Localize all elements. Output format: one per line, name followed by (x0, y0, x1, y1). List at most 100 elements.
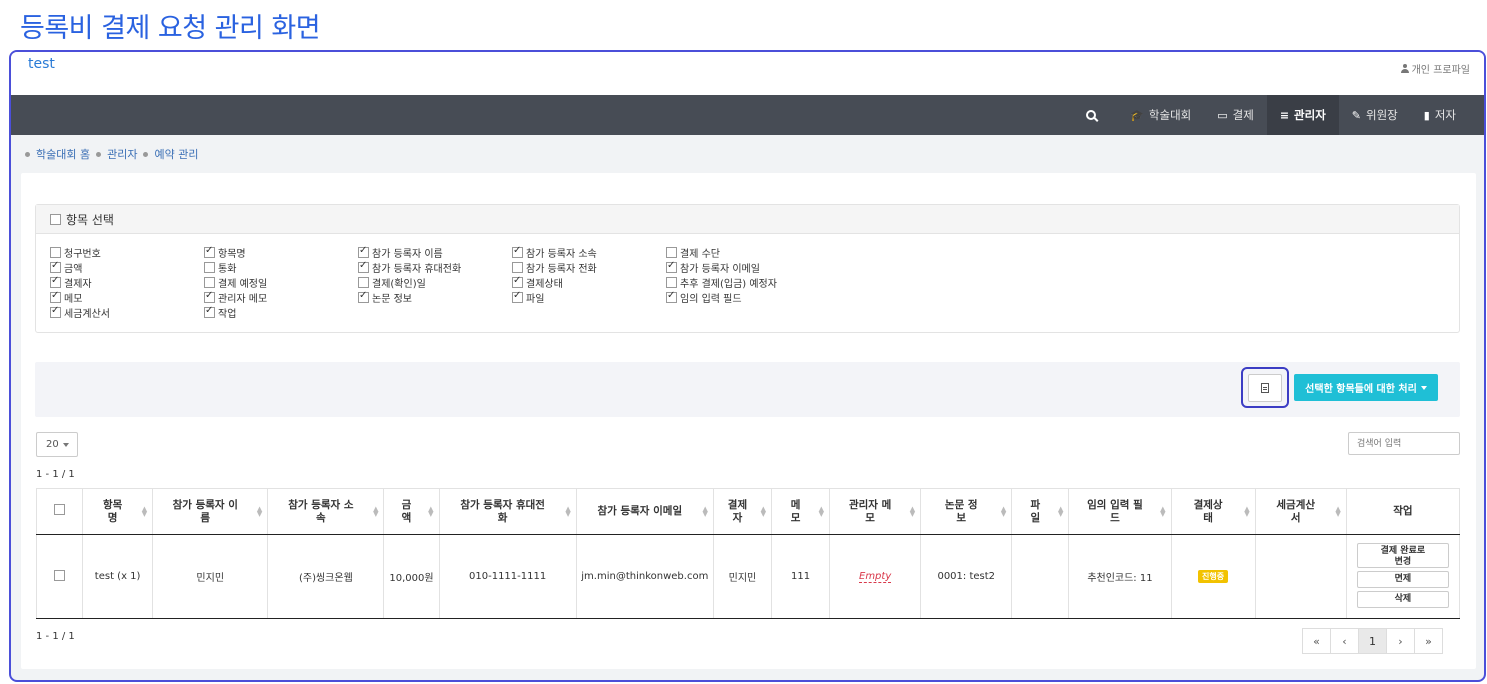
column-option-checkbox[interactable] (666, 277, 677, 288)
column-option-checkbox[interactable] (204, 290, 215, 303)
breadcrumb-home[interactable]: 학술대회 홈 (25, 146, 90, 162)
column-header-label: 메 모 (790, 498, 801, 524)
column-option-label: 청구번호 (64, 249, 101, 260)
page-prev-button[interactable]: ‹ (1330, 628, 1359, 654)
nav-item-payment[interactable]: ▭ 결제 (1204, 95, 1267, 135)
column-option[interactable]: 파일 (512, 290, 666, 305)
column-option[interactable]: 참가 등록자 이메일 (666, 260, 820, 275)
column-option-label: 통화 (218, 264, 237, 275)
column-option-checkbox[interactable] (358, 260, 369, 273)
column-option-checkbox[interactable] (512, 262, 523, 273)
sort-icon: ▲ ▼ (760, 504, 766, 518)
mark-paid-button[interactable]: 결제 완료로 변경 (1356, 542, 1449, 568)
column-header-label: 결제 자 (727, 498, 748, 524)
column-option-checkbox[interactable] (358, 277, 369, 288)
brand-link[interactable]: test (28, 56, 55, 72)
page-last-button[interactable]: » (1414, 628, 1443, 654)
page-first-button[interactable]: « (1302, 628, 1331, 654)
column-option-checkbox[interactable] (204, 245, 215, 258)
nav-item-conference[interactable]: 🎓 학술대회 (1117, 95, 1204, 135)
column-header[interactable]: 참가 등록자 휴대전 화 ▲ ▼ (438, 488, 577, 535)
export-file-button[interactable] (1248, 374, 1282, 402)
column-option-checkbox[interactable] (512, 290, 523, 303)
column-option-checkbox[interactable] (512, 245, 523, 258)
column-option[interactable]: 결제 예정일 (204, 276, 358, 290)
column-header[interactable]: 참가 등록자 소 속 ▲ ▼ (267, 488, 385, 535)
cell-amount: 10,000원 (383, 534, 440, 619)
search-input[interactable] (1348, 432, 1460, 455)
column-option[interactable]: 참가 등록자 전화 (512, 261, 666, 275)
column-option[interactable]: 참가 등록자 휴대전화 (358, 260, 512, 275)
column-option-checkbox[interactable] (358, 245, 369, 258)
column-header[interactable]: 관리자 메 모 ▲ ▼ (829, 488, 922, 535)
sort-icon: ▲ ▼ (373, 504, 379, 518)
column-header-label: 결제상 태 (1193, 498, 1223, 524)
exempt-button[interactable]: 면제 (1356, 570, 1449, 588)
column-option[interactable]: 참가 등록자 이름 (358, 245, 512, 260)
select-all-columns-checkbox[interactable] (50, 213, 61, 225)
breadcrumb-admin[interactable]: 관리자 (96, 146, 137, 162)
sort-icon: ▲ ▼ (428, 504, 434, 518)
column-header[interactable]: 항목 명 ▲ ▼ (82, 488, 154, 535)
column-option[interactable]: 논문 정보 (358, 290, 512, 305)
column-option[interactable]: 결제상태 (512, 275, 666, 290)
column-option-checkbox[interactable] (50, 290, 61, 303)
row-checkbox[interactable] (54, 569, 66, 581)
select-all-rows-checkbox[interactable] (54, 504, 66, 515)
column-header[interactable]: 참가 등록자 이 름 ▲ ▼ (152, 488, 269, 535)
column-option[interactable]: 참가 등록자 소속 (512, 245, 666, 260)
column-header[interactable]: 결제상 태 ▲ ▼ (1170, 488, 1256, 535)
column-option-label: 참가 등록자 이메일 (680, 264, 760, 275)
column-header[interactable]: 파 일 ▲ ▼ (1011, 488, 1070, 535)
column-option[interactable]: 작업 (204, 305, 358, 320)
column-option[interactable]: 메모 (50, 290, 204, 305)
column-header[interactable]: 메 모 ▲ ▼ (770, 488, 831, 535)
column-option[interactable]: 항목명 (204, 245, 358, 260)
page-size-select[interactable]: 20 (36, 432, 78, 457)
admin-memo-edit-link[interactable]: Empty (859, 571, 892, 583)
column-header[interactable]: 금 액 ▲ ▼ (383, 488, 440, 535)
bulk-process-button[interactable]: 선택한 항목들에 대한 처리 (1294, 374, 1438, 401)
breadcrumb-reservations[interactable]: 예약 관리 (143, 146, 198, 162)
delete-button[interactable]: 삭제 (1356, 590, 1449, 608)
sort-icon: ▲ ▼ (1058, 504, 1064, 518)
column-option-checkbox[interactable] (512, 275, 523, 288)
column-option-checkbox[interactable] (358, 290, 369, 303)
column-option[interactable]: 추후 결제(입금) 예정자 (666, 276, 820, 290)
column-option[interactable]: 임의 입력 필드 (666, 290, 820, 305)
page-next-button[interactable]: › (1386, 628, 1415, 654)
page-number-button[interactable]: 1 (1358, 628, 1387, 654)
column-option[interactable]: 통화 (204, 261, 358, 275)
column-option[interactable]: 결제(확인)일 (358, 276, 512, 290)
column-option[interactable]: 결제 수단 (666, 246, 820, 260)
column-option-checkbox[interactable] (204, 277, 215, 288)
column-option[interactable]: 청구번호 (50, 246, 204, 260)
nav-label: 위원장 (1366, 108, 1398, 122)
column-header[interactable]: 결제 자 ▲ ▼ (712, 488, 772, 535)
profile-link[interactable]: 개인 프로파일 (1400, 61, 1470, 76)
nav-item-author[interactable]: ▮ 저자 (1411, 95, 1469, 135)
column-option-checkbox[interactable] (204, 305, 215, 318)
sort-icon: ▲ ▼ (702, 504, 708, 518)
column-option-checkbox[interactable] (666, 260, 677, 273)
column-option-checkbox[interactable] (666, 247, 677, 258)
sort-icon: ▲ ▼ (1160, 504, 1166, 518)
column-option[interactable]: 결제자 (50, 275, 204, 290)
nav-item-chair[interactable]: ✎ 위원장 (1339, 95, 1411, 135)
column-option[interactable]: 세금계산서 (50, 305, 204, 320)
column-option-checkbox[interactable] (666, 290, 677, 303)
column-option[interactable]: 관리자 메모 (204, 290, 358, 305)
column-option[interactable]: 금액 (50, 260, 204, 275)
column-header[interactable]: 세금계산 서 ▲ ▼ (1254, 488, 1347, 535)
column-option-checkbox[interactable] (204, 262, 215, 273)
column-header[interactable]: 논문 정 보 ▲ ▼ (920, 488, 1013, 535)
nav-search[interactable] (1073, 95, 1117, 135)
nav-item-admin[interactable]: ≡ 관리자 (1266, 95, 1339, 135)
column-header[interactable]: 임의 입력 필 드 ▲ ▼ (1068, 488, 1172, 535)
column-header[interactable]: 참가 등록자 이메일 ▲ ▼ (575, 488, 714, 535)
column-option-label: 세금계산서 (64, 309, 110, 320)
column-option-checkbox[interactable] (50, 305, 61, 318)
column-option-checkbox[interactable] (50, 275, 61, 288)
column-option-checkbox[interactable] (50, 247, 61, 258)
column-option-checkbox[interactable] (50, 260, 61, 273)
